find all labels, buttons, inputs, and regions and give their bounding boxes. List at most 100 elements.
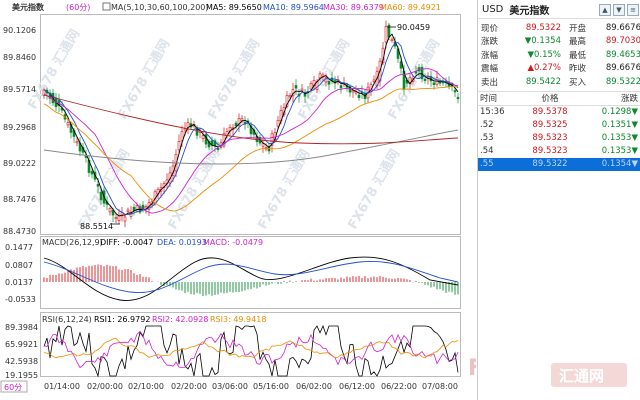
tick-change: 0.1354▼ xyxy=(601,159,638,169)
panel-down-icon[interactable]: ▼ xyxy=(613,4,625,16)
quote-row: 现价 89.5322 开盘 89.6676 xyxy=(478,21,640,35)
candle-body xyxy=(126,209,130,212)
tick-row[interactable]: .54 89.5323 0.1353▼ xyxy=(478,145,640,158)
quote-label: 卖出 xyxy=(481,77,499,88)
x-tick: 02/00:00 xyxy=(87,382,123,391)
tick-price: 89.5323 xyxy=(532,146,568,156)
tick-header-price: 价格 xyxy=(541,94,559,104)
tick-time: 15:36 xyxy=(480,107,505,117)
rsi-y-tick: 19.1955 xyxy=(5,371,38,380)
quote-row: 涨跌 ▼0.1354 最高 89.7030 xyxy=(478,35,640,49)
quote-value: 89.5322 xyxy=(525,22,561,33)
x-tick: 02/20:00 xyxy=(171,382,207,391)
main-y-tick: 88.4730 xyxy=(3,227,36,236)
main-y-tick: 89.8460 xyxy=(3,53,36,62)
ma10-value: MA10: 89.5964 xyxy=(263,3,324,12)
candle-body xyxy=(276,120,280,127)
tick-price: 89.5323 xyxy=(532,133,568,143)
instrument-code: USD xyxy=(482,3,504,15)
candle-body xyxy=(108,208,112,213)
top-bar-name: 美元指数 xyxy=(12,2,45,12)
tick-row[interactable]: .55 89.5322 0.1354▼ xyxy=(478,157,640,171)
candle-body xyxy=(114,216,118,220)
candle-body xyxy=(309,83,313,90)
top-bar: 美元指数 (60分) MA(5,10,30,60,100,200) MA5: 8… xyxy=(0,0,476,13)
macd-panel-frame xyxy=(40,236,461,309)
top-bar-period: (60分) xyxy=(66,3,90,12)
tick-change: 0.1351▼ xyxy=(601,120,638,130)
quote-label: 涨幅 xyxy=(481,50,499,61)
candle-body xyxy=(66,122,70,126)
ma30-value: MA30: 89.6379 xyxy=(323,3,384,12)
candle-body xyxy=(144,206,148,209)
quote-value: 89.4653 xyxy=(605,49,640,60)
main-y-tick: 89.5714 xyxy=(3,85,36,94)
kline-chart[interactable]: FX678 汇通网 FX678 汇通网 FX678 汇通网 FX678 汇通网 … xyxy=(0,0,476,400)
tick-table-header: 时间 价格 涨跌 xyxy=(478,92,640,106)
quote-row: 震幅 ▲0.27% 昨收 89.6676 xyxy=(478,62,640,76)
quote-label: 现价 xyxy=(481,23,499,34)
tick-change: 0.1353▼ xyxy=(601,146,638,156)
quote-label: 开盘 xyxy=(569,23,587,34)
tick-change: 0.1298▼ xyxy=(601,107,638,117)
candle-body xyxy=(135,205,139,210)
instrument-title: 美元指数 xyxy=(509,5,550,17)
panel-up-icon[interactable]: ▲ xyxy=(599,4,611,16)
quote-label: 最低 xyxy=(569,50,587,61)
chart-area[interactable]: FX678 汇通网 FX678 汇通网 FX678 汇通网 FX678 汇通网 … xyxy=(0,0,476,400)
rsi-y-tick: 42.5938 xyxy=(5,357,38,366)
quote-panel: USD 美元指数 ▲ ▼ ≡ 现价 89.5322 开盘 89.6676 涨跌 ▼0.13… xyxy=(477,0,640,400)
tick-row[interactable]: 15:36 89.5378 0.1298▼ xyxy=(478,106,640,119)
main-y-tick: 88.7476 xyxy=(3,195,36,204)
x-tick: 06/22:00 xyxy=(381,382,417,391)
quote-label: 最高 xyxy=(569,37,587,48)
rsi-y-axis: 89.3984 65.9921 42.5938 19.1955 xyxy=(5,323,38,380)
candle-body xyxy=(384,26,388,43)
main-y-axis: 90.1206 89.8460 89.5714 89.2968 89.0222 … xyxy=(3,26,36,236)
macd-header: MACD(26,12,9) DIFF: -0.0047 DEA: 0.0193 … xyxy=(42,238,263,247)
quote-value: 89.5322 xyxy=(605,76,640,87)
candle-body xyxy=(186,122,190,128)
ma-label: MA(5,10,30,60,100,200) xyxy=(111,3,209,12)
x-tick: 06/02:00 xyxy=(296,382,332,391)
candle-body xyxy=(432,82,436,85)
quote-value: 89.6676 xyxy=(605,63,640,74)
x-tick: 06/12:00 xyxy=(339,382,375,391)
tick-row[interactable]: .53 89.5323 0.1353▼ xyxy=(478,132,640,145)
tick-price: 89.5322 xyxy=(532,159,568,169)
tick-time: .52 xyxy=(480,120,494,130)
macd-y-tick: 0.1477 xyxy=(5,243,33,252)
tick-header-change: 涨跌 xyxy=(620,94,638,104)
candle-body xyxy=(177,141,181,151)
macd-y-tick: 0.0807 xyxy=(5,261,33,270)
macd-value: MACD: -0.0479 xyxy=(203,238,263,247)
candle-body xyxy=(240,118,244,121)
panel-controls: ▲ ▼ ≡ xyxy=(599,4,639,16)
candle-body xyxy=(339,85,343,89)
candle-body xyxy=(294,85,298,89)
logo-cn-text: 汇通网 xyxy=(559,367,604,385)
main-y-tick: 89.0222 xyxy=(3,159,36,168)
logo-watermark: FX678 xyxy=(468,356,476,381)
rsi-y-tick: 65.9921 xyxy=(5,340,38,349)
candle-body xyxy=(99,191,103,201)
period-button[interactable]: 60分 xyxy=(0,380,28,393)
high-label: 90.0459 xyxy=(397,23,430,32)
logo-fx-text: FX678 xyxy=(468,356,476,381)
x-tick: 01/14:00 xyxy=(44,382,80,391)
candle-body xyxy=(423,78,427,81)
macd-label: MACD(26,12,9) xyxy=(42,238,103,247)
quote-value: ▼0.15% xyxy=(527,49,561,60)
quote-label: 震幅 xyxy=(481,64,499,75)
panel-menu-icon[interactable]: ≡ xyxy=(627,4,639,16)
candle-body xyxy=(75,141,79,144)
candle-body xyxy=(414,71,418,74)
candle-body xyxy=(453,90,457,93)
period-button-label[interactable]: 60分 xyxy=(4,383,22,392)
tick-row[interactable]: .52 89.5325 0.1351▼ xyxy=(478,119,640,132)
ma60-value: MA60: 89.4921 xyxy=(380,3,441,12)
candle-body xyxy=(357,94,361,98)
x-tick: 07/08:00 xyxy=(422,382,458,391)
ma-toggle-checkbox[interactable] xyxy=(102,2,111,11)
candle-body xyxy=(300,88,304,92)
